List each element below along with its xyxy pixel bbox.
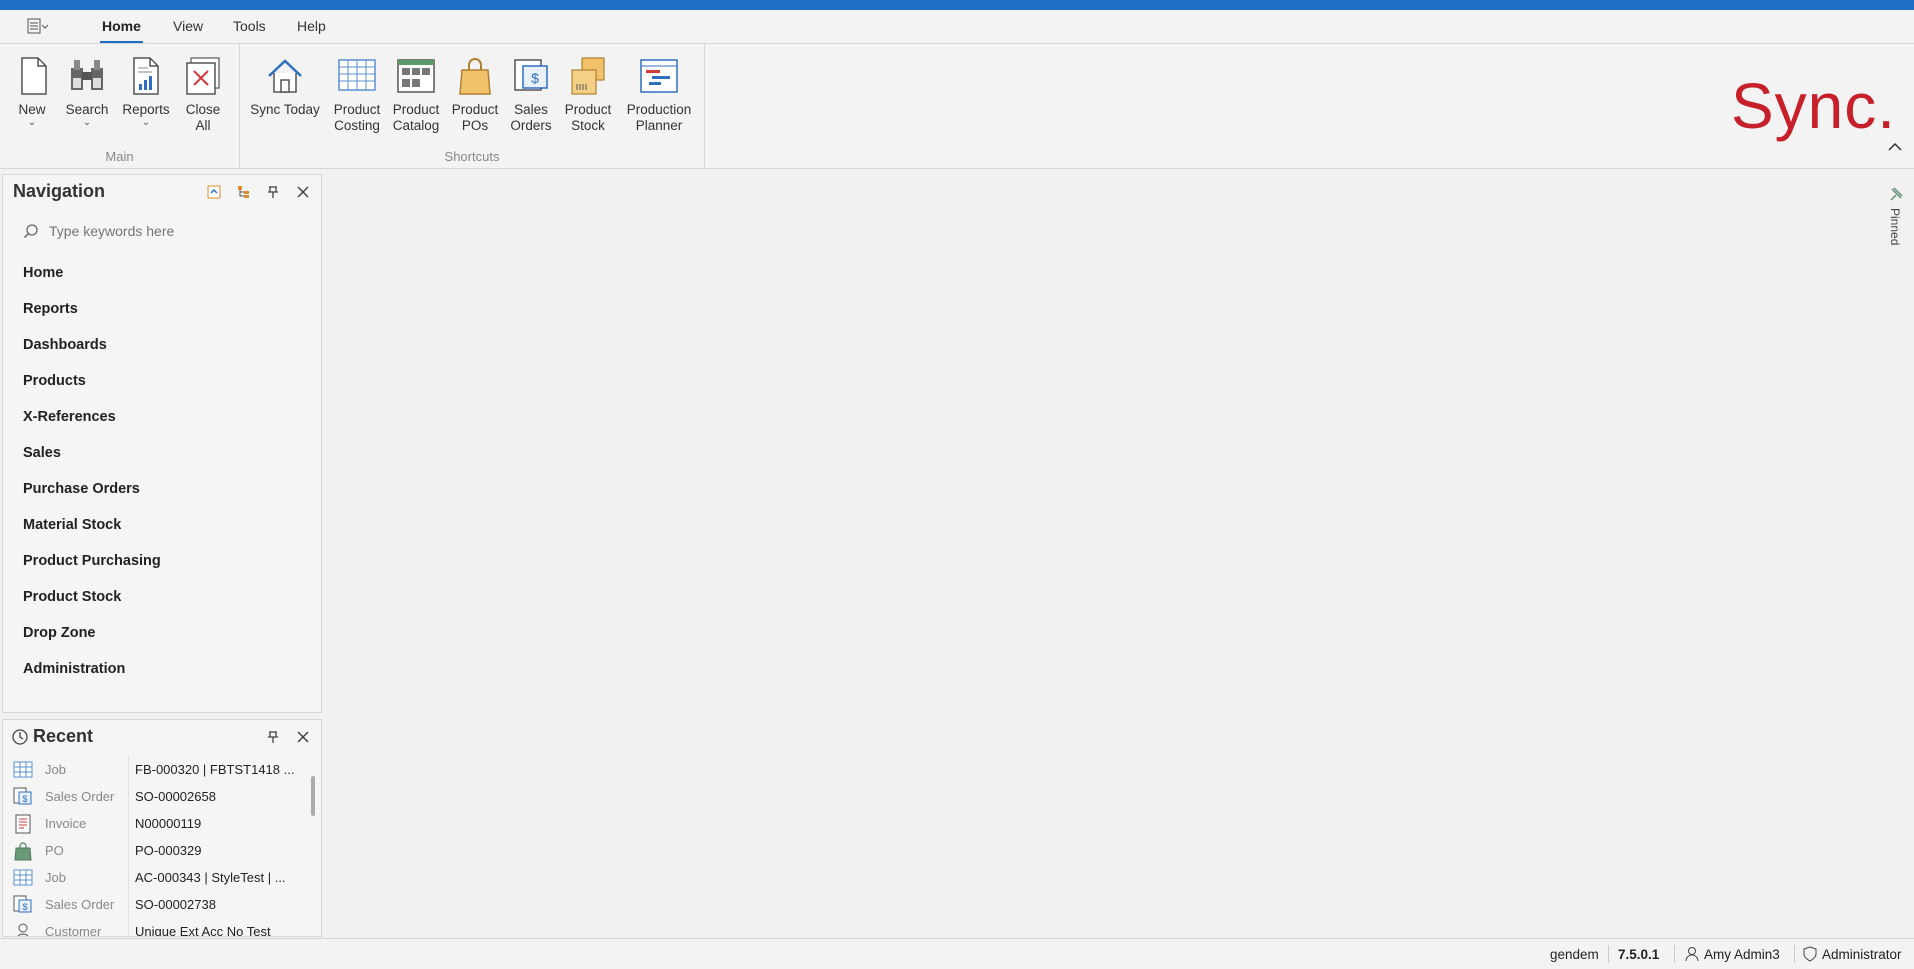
svg-text:$: $: [531, 70, 539, 86]
catalog-icon: [397, 59, 435, 93]
pin-icon[interactable]: [262, 726, 284, 748]
ribbon: New ⌄ Search ⌄ Reports ⌄ Close All Main …: [0, 43, 1914, 169]
list-item[interactable]: Customer Unique Ext Acc No Test: [3, 918, 303, 936]
product-stock-button[interactable]: Product Stock: [562, 54, 614, 134]
ribbon-group-label: Shortcuts: [444, 149, 500, 164]
shield-icon: [1803, 946, 1817, 962]
boxes-icon: [571, 57, 605, 95]
new-document-icon: [21, 57, 47, 95]
home-icon: [268, 59, 302, 93]
pin-icon[interactable]: [262, 181, 284, 203]
status-user: Amy Admin3: [1704, 947, 1780, 962]
grid-icon: [13, 761, 33, 778]
title-bar: [0, 0, 1914, 10]
customer-icon: [17, 923, 29, 936]
tree-view-icon[interactable]: [233, 181, 255, 203]
ribbon-group-shortcuts: Sync Today Product Costing Product Catal…: [240, 44, 705, 168]
sales-orders-icon: $: [13, 895, 32, 913]
new-button[interactable]: New ⌄: [12, 54, 52, 128]
nav-item-sales[interactable]: Sales: [23, 445, 61, 461]
sales-orders-button[interactable]: $ Sales Orders: [508, 54, 554, 134]
svg-text:$: $: [22, 902, 27, 912]
status-database: gendem: [1550, 947, 1599, 962]
recent-scrollbar[interactable]: [311, 776, 315, 816]
collapse-ribbon-icon[interactable]: [1888, 139, 1902, 155]
search-input[interactable]: [47, 222, 291, 240]
status-version: 7.5.0.1: [1618, 947, 1660, 962]
close-icon[interactable]: [292, 726, 314, 748]
nav-item-purchase-orders[interactable]: Purchase Orders: [23, 481, 140, 497]
ribbon-group-label: Main: [105, 149, 134, 164]
product-catalog-button[interactable]: Product Catalog: [390, 54, 442, 134]
list-item[interactable]: PO PO-000329: [3, 837, 303, 864]
product-costing-button[interactable]: Product Costing: [332, 54, 382, 134]
ribbon-group-main: New ⌄ Search ⌄ Reports ⌄ Close All Main: [0, 44, 240, 168]
tab-home[interactable]: Home: [100, 18, 143, 44]
gantt-icon: [640, 59, 678, 93]
app-menu-icon[interactable]: [22, 15, 54, 37]
report-icon: [133, 57, 159, 95]
navigation-panel: Navigation Home Reports Dashboards Produ…: [2, 174, 322, 713]
user-icon: [1685, 947, 1699, 962]
chevron-down-icon: ⌄: [141, 117, 151, 128]
nav-item-products[interactable]: Products: [23, 373, 86, 389]
list-item[interactable]: Invoice N00000119: [3, 810, 303, 837]
product-pos-button[interactable]: Product POs: [450, 54, 500, 134]
nav-item-dashboards[interactable]: Dashboards: [23, 337, 107, 353]
binoculars-icon: [71, 60, 103, 90]
list-item[interactable]: Job AC-000343 | StyleTest | ...: [3, 864, 303, 891]
reports-button[interactable]: Reports ⌄: [118, 54, 174, 128]
close-icon[interactable]: [292, 181, 314, 203]
list-item[interactable]: Job FB-000320 | FBTST1418 ...: [3, 756, 303, 783]
sync-today-button[interactable]: Sync Today: [250, 54, 320, 118]
close-all-button[interactable]: Close All: [180, 54, 226, 134]
tab-view[interactable]: View: [173, 18, 203, 34]
nav-item-x-references[interactable]: X-References: [23, 409, 116, 425]
expand-all-icon[interactable]: [203, 181, 225, 203]
nav-item-product-stock[interactable]: Product Stock: [23, 589, 121, 605]
pin-icon: [1890, 187, 1903, 201]
menu-bar: Home View Tools Help: [0, 10, 1914, 44]
close-all-icon: [186, 57, 220, 95]
invoice-icon: [15, 814, 31, 834]
history-icon: [9, 726, 31, 748]
grid-icon: [13, 869, 33, 886]
nav-item-reports[interactable]: Reports: [23, 301, 78, 317]
navigation-title: Navigation: [13, 181, 106, 201]
nav-item-home[interactable]: Home: [23, 265, 63, 281]
shopping-bag-icon: [459, 58, 491, 95]
nav-item-product-purchasing[interactable]: Product Purchasing: [23, 553, 161, 569]
status-role: Administrator: [1822, 947, 1902, 962]
sync-logo: Sync.: [1730, 70, 1896, 142]
list-item[interactable]: $ Sales Order SO-00002658: [3, 783, 303, 810]
list-item[interactable]: $ Sales Order SO-00002738: [3, 891, 303, 918]
nav-item-material-stock[interactable]: Material Stock: [23, 517, 121, 533]
recent-title: Recent: [33, 726, 94, 746]
chevron-down-icon: ⌄: [27, 117, 37, 128]
shopping-bag-icon: [14, 842, 32, 861]
status-bar: gendem 7.5.0.1 Amy Admin3 Administrator: [0, 938, 1914, 969]
tab-tools[interactable]: Tools: [233, 18, 266, 34]
svg-text:$: $: [22, 794, 27, 804]
grid-icon: [338, 59, 376, 91]
sales-orders-icon: $: [514, 59, 548, 91]
recent-panel: Recent Job FB-000320 | FBTST1418 ... $ S…: [2, 719, 322, 937]
search-button[interactable]: Search ⌄: [62, 54, 112, 128]
sales-orders-icon: $: [13, 787, 32, 805]
chevron-down-icon: ⌄: [82, 117, 92, 128]
tab-help[interactable]: Help: [297, 18, 326, 34]
search-icon: [23, 224, 38, 239]
navigation-search: [23, 220, 313, 242]
nav-item-administration[interactable]: Administration: [23, 661, 125, 677]
nav-item-drop-zone[interactable]: Drop Zone: [23, 625, 96, 641]
production-planner-button[interactable]: Production Planner: [622, 54, 696, 134]
pinned-tab[interactable]: Pinned: [1884, 184, 1908, 264]
